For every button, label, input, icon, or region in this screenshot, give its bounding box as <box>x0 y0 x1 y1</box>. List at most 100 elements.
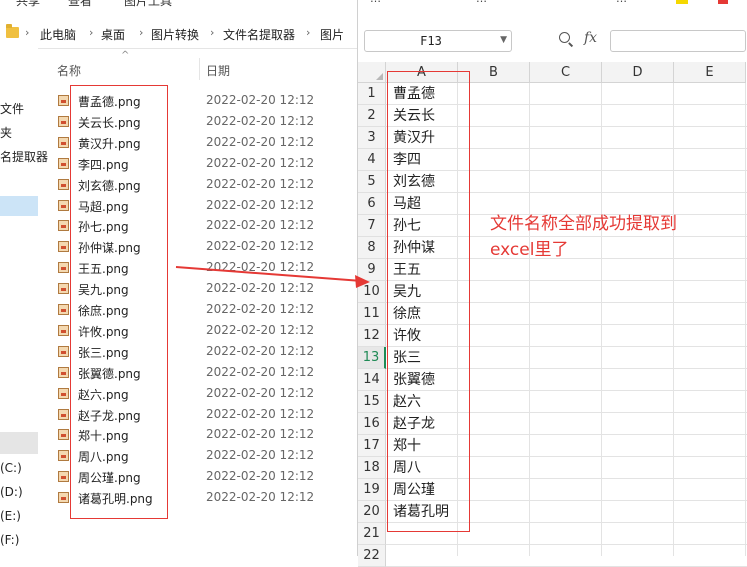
nav-item-extractor[interactable]: 名提取器 <box>0 148 48 165</box>
spreadsheet-ribbon: … … … <box>358 0 747 18</box>
image-file-icon <box>58 95 69 106</box>
row-header[interactable]: 13 <box>358 347 386 369</box>
image-file-icon <box>58 387 69 399</box>
file-date: 2022-02-20 12:12 <box>206 155 315 170</box>
address-bar[interactable]: › 此电脑 › 桌面 › 图片转换 › 文件名提取器 › 图片 <box>0 20 357 49</box>
image-file-icon <box>58 220 69 232</box>
chevron-right-icon: › <box>25 26 30 39</box>
image-file-icon <box>58 262 69 274</box>
tab-share[interactable]: 共享 <box>16 0 40 9</box>
navigation-pane: 文件 夹 名提取器 (C:) (D:) (E:) (F:) <box>0 48 48 556</box>
nav-item-drive-e[interactable]: (E:) <box>0 509 21 523</box>
row-header[interactable]: 11 <box>358 303 386 325</box>
chevron-down-icon[interactable]: ▼ <box>500 35 507 45</box>
file-date: 2022-02-20 12:12 <box>206 322 315 337</box>
file-date: 2022-02-20 12:12 <box>206 427 315 442</box>
nav-item-drive-c[interactable]: (C:) <box>0 461 22 475</box>
ribbon-item[interactable]: … <box>476 0 487 5</box>
column-header-d[interactable]: D <box>602 62 674 83</box>
image-file-icon <box>58 366 69 378</box>
breadcrumb-filename-extractor[interactable]: 文件名提取器 <box>223 26 295 43</box>
column-header-name[interactable]: 名称 <box>57 62 81 79</box>
breadcrumb-this-pc[interactable]: 此电脑 <box>40 26 76 43</box>
file-explorer-window: 共享 查看 图片工具 › 此电脑 › 桌面 › 图片转换 › 文件名提取器 › … <box>0 0 357 556</box>
nav-item-folder[interactable]: 夹 <box>0 124 12 141</box>
row-header[interactable]: 12 <box>358 325 386 347</box>
zoom-icon[interactable] <box>559 32 570 43</box>
row-header[interactable]: 17 <box>358 435 386 457</box>
grid-column-line <box>745 83 746 556</box>
row-header[interactable]: 15 <box>358 391 386 413</box>
image-file-icon <box>58 199 69 211</box>
grid-column-line <box>529 83 530 556</box>
tab-view[interactable]: 查看 <box>68 0 92 9</box>
row-header[interactable]: 6 <box>358 193 386 215</box>
name-box-value: F13 <box>420 34 442 48</box>
image-file-icon <box>58 345 69 357</box>
row-header[interactable]: 20 <box>358 501 386 523</box>
image-file-icon <box>58 471 69 483</box>
tab-picture-tools[interactable]: 图片工具 <box>124 0 172 9</box>
file-date: 2022-02-20 12:12 <box>206 406 315 421</box>
row-header[interactable]: 16 <box>358 413 386 435</box>
breadcrumb-desktop[interactable]: 桌面 <box>101 26 125 43</box>
file-date: 2022-02-20 12:12 <box>206 490 315 505</box>
column-header-e[interactable]: E <box>674 62 746 83</box>
image-file-icon <box>58 450 69 462</box>
select-all-corner[interactable] <box>358 62 386 83</box>
row-header[interactable]: 10 <box>358 281 386 303</box>
file-date: 2022-02-20 12:12 <box>206 385 315 400</box>
row-header[interactable]: 22 <box>358 545 386 567</box>
image-file-icon <box>58 283 69 295</box>
row-header[interactable]: 3 <box>358 127 386 149</box>
row-header[interactable]: 18 <box>358 457 386 479</box>
column-header-date[interactable]: 日期 <box>206 62 230 79</box>
nav-item-drive-f[interactable]: (F:) <box>0 533 19 547</box>
nav-hover-highlight <box>0 432 38 454</box>
column-divider[interactable] <box>199 58 200 80</box>
row-header[interactable]: 19 <box>358 479 386 501</box>
row-header[interactable]: 2 <box>358 105 386 127</box>
row-header[interactable]: 1 <box>358 83 386 105</box>
file-date: 2022-02-20 12:12 <box>206 197 315 212</box>
row-header[interactable]: 7 <box>358 215 386 237</box>
nav-item-files[interactable]: 文件 <box>0 100 24 117</box>
image-file-icon <box>58 304 69 315</box>
grid-row-line <box>386 544 747 545</box>
chevron-right-icon: › <box>89 26 94 39</box>
grid-column-line <box>673 83 674 556</box>
function-icon[interactable]: fx <box>584 30 597 46</box>
highlight-color-icon[interactable] <box>676 0 688 4</box>
row-header[interactable]: 21 <box>358 523 386 545</box>
file-date: 2022-02-20 12:12 <box>206 239 315 254</box>
explorer-ribbon-tabs: 共享 查看 图片工具 <box>0 0 357 20</box>
row-header[interactable]: 5 <box>358 171 386 193</box>
row-header[interactable]: 14 <box>358 369 386 391</box>
nav-item-drive-d[interactable]: (D:) <box>0 485 23 499</box>
row-header[interactable]: 9 <box>358 259 386 281</box>
font-color-icon[interactable] <box>718 0 728 4</box>
file-date: 2022-02-20 12:12 <box>206 260 315 275</box>
image-file-icon <box>58 241 69 253</box>
image-file-icon <box>58 178 69 190</box>
name-box[interactable]: F13 ▼ <box>364 30 512 52</box>
file-date: 2022-02-20 12:12 <box>206 364 315 379</box>
column-header-c[interactable]: C <box>530 62 602 83</box>
ribbon-item[interactable]: … <box>370 0 381 5</box>
chevron-right-icon: › <box>306 26 311 39</box>
folder-icon <box>6 24 19 38</box>
file-date: 2022-02-20 12:12 <box>206 93 315 107</box>
image-file-icon <box>58 324 69 336</box>
breadcrumb-image-convert[interactable]: 图片转换 <box>151 26 199 43</box>
highlight-box-column-a <box>387 71 470 532</box>
row-header[interactable]: 4 <box>358 149 386 171</box>
formula-input[interactable] <box>610 30 746 52</box>
ribbon-item[interactable]: … <box>616 0 627 5</box>
file-date: 2022-02-20 12:12 <box>206 134 315 149</box>
breadcrumb-images[interactable]: 图片 <box>320 26 344 43</box>
highlight-box-file-names <box>70 85 168 519</box>
chevron-right-icon: › <box>210 26 215 39</box>
image-file-icon <box>58 429 69 441</box>
row-header[interactable]: 8 <box>358 237 386 259</box>
file-date: 2022-02-20 12:12 <box>206 302 315 316</box>
